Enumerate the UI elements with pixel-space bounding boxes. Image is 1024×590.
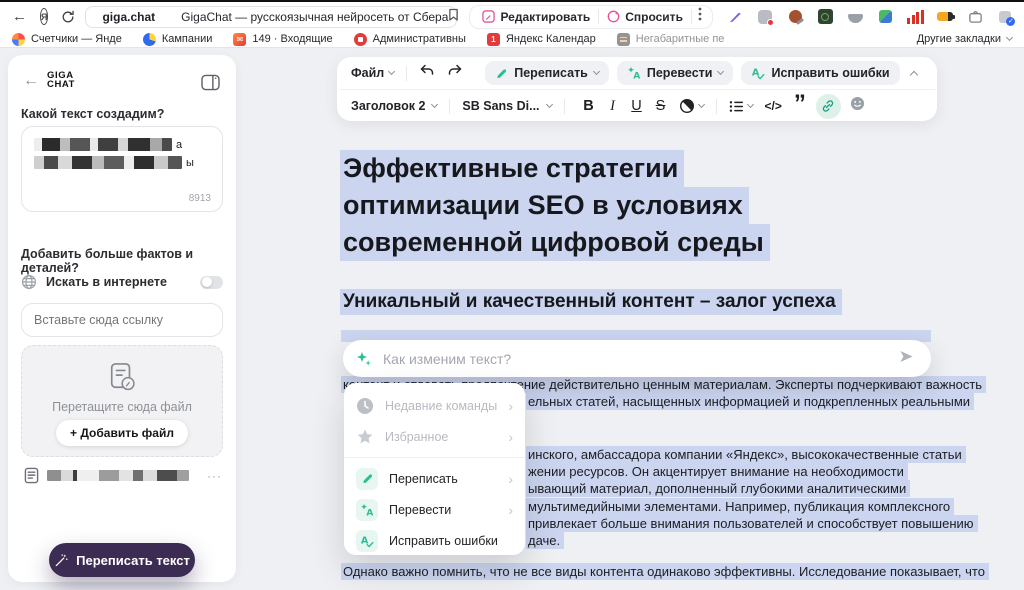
doc-paragraph1-line3: ельных статей, насыщенных информацией и … — [528, 393, 974, 410]
color-circle-icon — [679, 98, 695, 114]
menu-item-translate[interactable]: A Перевести › — [344, 494, 525, 525]
divider — [406, 66, 407, 81]
submenu-arrow-icon: › — [508, 502, 513, 518]
text-color-button[interactable] — [679, 98, 704, 114]
send-button[interactable] — [890, 344, 923, 374]
toolbar-row-main: Файл Переписать A Перевести A Исправить … — [337, 57, 937, 89]
pen-icon — [495, 67, 508, 80]
emoji-button[interactable] — [850, 96, 865, 116]
menu-item-label: Перевести — [389, 503, 497, 517]
spellcheck-icon: A — [356, 530, 378, 552]
command-input-bar — [343, 340, 931, 377]
undo-button[interactable] — [419, 64, 435, 82]
browser-window: ← Я giga.chat GigaChat — русскоязычная н… — [0, 0, 1024, 590]
bullet-list-icon — [729, 100, 744, 113]
menu-item-label: Переписать — [389, 472, 497, 486]
doc-paragraph2-line6: даче. — [528, 532, 564, 549]
doc-paragraph3: Однако важно помнить, что не все виды ко… — [343, 563, 989, 580]
submenu-arrow-icon: › — [508, 471, 513, 487]
file-menu-button[interactable]: Файл — [351, 66, 384, 80]
menu-item-rewrite[interactable]: Переписать › — [344, 463, 525, 494]
svg-text:A: A — [633, 71, 641, 80]
translate-action-label: Перевести — [647, 66, 713, 80]
chevron-down-icon — [717, 68, 724, 75]
chevron-down-icon — [545, 101, 552, 108]
doc-paragraph2-line4: мультимедийными элементами. Например, пу… — [528, 498, 954, 515]
menu-item-recent[interactable]: Недавние команды › — [344, 390, 525, 421]
divider — [716, 99, 717, 114]
link-button-active[interactable] — [816, 94, 841, 119]
translate-action-button[interactable]: A Перевести — [617, 61, 734, 85]
collapse-toolbar-icon[interactable] — [910, 71, 918, 79]
rewrite-action-button[interactable]: Переписать — [485, 61, 609, 85]
menu-item-label: Недавние команды — [385, 399, 497, 413]
svg-text:A: A — [366, 507, 374, 516]
divider — [564, 99, 565, 114]
sparkle-icon — [355, 350, 373, 368]
send-arrow-icon — [898, 348, 915, 365]
bold-button[interactable]: B — [577, 98, 601, 114]
translate-icon: A — [356, 499, 378, 521]
chevron-down-icon — [431, 101, 438, 108]
italic-button[interactable]: I — [601, 98, 625, 115]
commands-dropdown: Недавние команды › Избранное › Переписат… — [344, 383, 525, 555]
submenu-arrow-icon: › — [508, 398, 513, 414]
doc-paragraph2-line1: инского, амбассадора компании «Яндекс», … — [528, 446, 966, 463]
underline-button[interactable]: U — [625, 98, 649, 114]
divider — [449, 99, 450, 114]
clock-icon — [356, 397, 374, 415]
pen-icon — [356, 468, 378, 490]
code-button[interactable]: </> — [765, 99, 782, 113]
heading-style-select[interactable]: Заголовок 2 — [351, 99, 425, 113]
translate-icon: A — [627, 66, 641, 80]
quote-button[interactable]: ” — [794, 99, 806, 113]
command-input[interactable] — [383, 351, 880, 367]
font-family-select[interactable]: SB Sans Di... — [462, 99, 539, 113]
doc-paragraph2-line3: ывающий материал, дополненный глубокими … — [528, 480, 910, 497]
chevron-down-icon — [746, 101, 753, 108]
spellcheck-icon: A — [751, 66, 765, 80]
doc-h1-line3: современной цифровой среды — [343, 224, 770, 261]
list-style-button[interactable] — [729, 100, 753, 113]
menu-divider — [344, 457, 525, 458]
fix-errors-action-button[interactable]: A Исправить ошибки — [741, 61, 899, 85]
editor-toolbar: Файл Переписать A Перевести A Исправить … — [337, 57, 937, 121]
link-icon — [821, 99, 835, 113]
emoji-icon — [850, 96, 865, 111]
doc-paragraph2-line5: привлекает больше внимания пользователей… — [528, 515, 978, 532]
menu-item-label: Исправить ошибки — [389, 534, 513, 548]
menu-item-favorites[interactable]: Избранное › — [344, 421, 525, 452]
fix-errors-action-label: Исправить ошибки — [771, 66, 889, 80]
menu-item-fix-errors[interactable]: A Исправить ошибки — [344, 525, 525, 556]
rewrite-action-label: Переписать — [514, 66, 588, 80]
submenu-arrow-icon: › — [508, 429, 513, 445]
doc-paragraph2-line2: жении ресурсов. Он акцентирует внимание … — [528, 463, 908, 480]
menu-item-label: Избранное — [385, 430, 497, 444]
doc-h1-line1: Эффективные стратегии — [343, 150, 684, 187]
chevron-down-icon — [697, 101, 704, 108]
strikethrough-button[interactable]: S — [649, 98, 673, 114]
redo-button[interactable] — [447, 64, 463, 82]
chevron-down-icon — [388, 68, 395, 75]
doc-h2: Уникальный и качественный контент – зало… — [343, 289, 842, 315]
toolbar-row-format: Заголовок 2 SB Sans Di... B I U S </> ” — [337, 90, 937, 122]
doc-h1-line2: оптимизации SEO в условиях — [343, 187, 749, 224]
star-icon — [356, 428, 374, 446]
chevron-down-icon — [593, 68, 600, 75]
